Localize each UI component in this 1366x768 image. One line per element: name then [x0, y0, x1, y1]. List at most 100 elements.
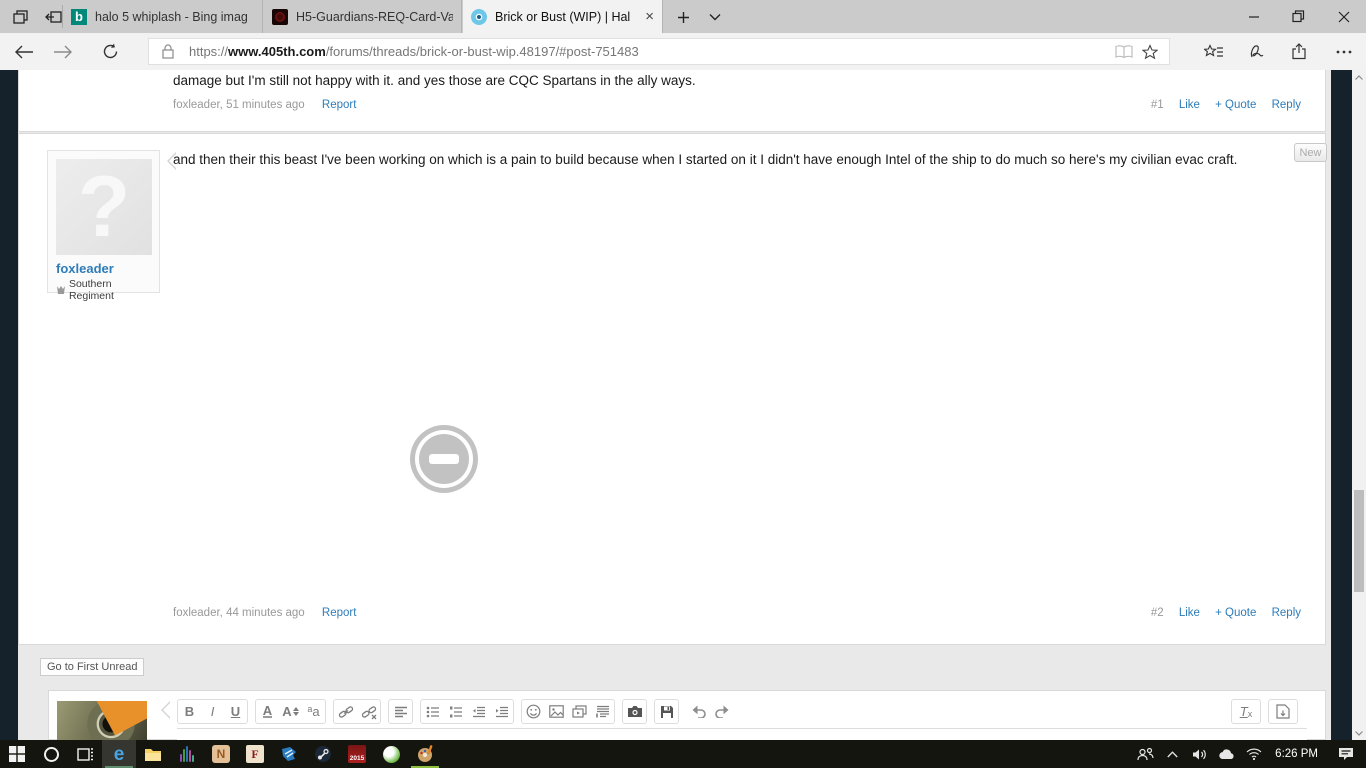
- like-link[interactable]: Like: [1179, 607, 1200, 619]
- share-icon[interactable]: [1282, 33, 1318, 70]
- insert-quote-icon[interactable]: [591, 700, 614, 723]
- restore-icon[interactable]: [1276, 0, 1321, 33]
- back-icon[interactable]: [6, 33, 42, 70]
- start-button[interactable]: [0, 740, 34, 768]
- tab-close-icon[interactable]: ×: [645, 9, 654, 24]
- tab-req-card[interactable]: H5-Guardians-REQ-Card-Va: [264, 0, 462, 33]
- taskbar-file-explorer-icon[interactable]: [136, 740, 170, 768]
- taskbar-green-app-icon[interactable]: [374, 740, 408, 768]
- italic-button[interactable]: I: [201, 700, 224, 723]
- reading-view-icon[interactable]: [1111, 44, 1137, 59]
- current-user-avatar[interactable]: [57, 701, 147, 740]
- page-right-margin: [1331, 70, 1352, 740]
- search-cortana-icon[interactable]: [34, 740, 68, 768]
- hub-icon[interactable]: [1196, 33, 1232, 70]
- post-byline: foxleader, 51 minutes ago Report: [173, 99, 356, 111]
- taskbar-nexus-app-icon[interactable]: N: [204, 740, 238, 768]
- new-post-badge: New: [1294, 143, 1327, 162]
- address-bar[interactable]: https://www.405th.com/forums/threads/bri…: [148, 38, 1170, 65]
- post-actions: #2 Like + Quote Reply: [1139, 607, 1301, 619]
- avatar[interactable]: ?: [56, 159, 152, 255]
- taskbar-edge-icon[interactable]: e: [102, 740, 136, 768]
- insert-link-icon[interactable]: [334, 700, 357, 723]
- bing-icon: b: [71, 8, 87, 25]
- bb-code-icon[interactable]: [1269, 700, 1297, 723]
- font-size-button[interactable]: A: [279, 700, 302, 723]
- people-icon[interactable]: [1132, 747, 1159, 761]
- favorite-star-icon[interactable]: [1137, 43, 1163, 60]
- scroll-up-icon[interactable]: [1352, 70, 1366, 84]
- reply-link[interactable]: Reply: [1272, 607, 1301, 619]
- task-view-icon[interactable]: [68, 740, 102, 768]
- taskbar-cad-2015-icon[interactable]: 2015: [340, 740, 374, 768]
- broken-image-icon: [410, 425, 478, 493]
- unlink-icon[interactable]: [357, 700, 380, 723]
- font-family-button[interactable]: aa: [302, 700, 325, 723]
- insert-media-icon[interactable]: [568, 700, 591, 723]
- gallery-camera-icon[interactable]: [623, 700, 646, 723]
- close-icon[interactable]: [1321, 0, 1366, 33]
- scroll-down-icon[interactable]: [1352, 726, 1366, 740]
- bullet-list-icon[interactable]: [421, 700, 444, 723]
- indent-icon[interactable]: [490, 700, 513, 723]
- forward-icon[interactable]: [44, 33, 80, 70]
- regiment-icon: [56, 286, 65, 294]
- system-tray: 6:26 PM: [1132, 740, 1366, 768]
- report-link[interactable]: Report: [322, 607, 357, 619]
- alignment-icon[interactable]: [389, 700, 412, 723]
- numbered-list-icon[interactable]: [444, 700, 467, 723]
- forum-page: damage but I'm still not happy with it. …: [0, 70, 1366, 740]
- scrollbar[interactable]: [1352, 70, 1366, 740]
- editor-toolbar-right: Tx: [1231, 699, 1305, 724]
- hidden-icons-chevron[interactable]: [1159, 750, 1186, 758]
- tab-preview-icon[interactable]: [6, 6, 36, 28]
- action-center-icon[interactable]: [1326, 747, 1366, 761]
- save-draft-icon[interactable]: [655, 700, 678, 723]
- redo-icon[interactable]: [710, 700, 733, 723]
- browser-command-bar: https://www.405th.com/forums/threads/bri…: [0, 33, 1366, 70]
- post-actions: #1 Like + Quote Reply: [1139, 99, 1301, 111]
- tab-brick-or-bust[interactable]: Brick or Bust (WIP) | Hal ×: [463, 0, 663, 33]
- taskbar-blue-app-icon[interactable]: [272, 740, 306, 768]
- minimize-icon[interactable]: [1231, 0, 1276, 33]
- more-icon[interactable]: [1326, 33, 1362, 70]
- post-number: #2: [1150, 607, 1164, 619]
- like-link[interactable]: Like: [1179, 99, 1200, 111]
- remove-formatting-button[interactable]: Tx: [1232, 700, 1260, 723]
- text-color-button[interactable]: A: [256, 700, 279, 723]
- editor-bubble-arrow-inner: [154, 701, 172, 719]
- taskbar-paint-app-icon[interactable]: [408, 740, 442, 768]
- taskbar-f-app-icon[interactable]: F: [238, 740, 272, 768]
- onedrive-cloud-icon[interactable]: [1213, 748, 1240, 760]
- taskbar-media-app-icon[interactable]: [170, 740, 204, 768]
- taskbar-steam-icon[interactable]: [306, 740, 340, 768]
- tab-list-chevron-icon[interactable]: [700, 6, 730, 28]
- volume-icon[interactable]: [1186, 748, 1213, 761]
- go-to-first-unread-button[interactable]: Go to First Unread: [40, 658, 145, 676]
- web-note-icon[interactable]: [1239, 33, 1275, 70]
- undo-icon[interactable]: [687, 700, 710, 723]
- 405th-icon: [471, 8, 487, 25]
- smilies-icon[interactable]: [522, 700, 545, 723]
- taskbar-clock[interactable]: 6:26 PM: [1267, 748, 1326, 760]
- new-tab-icon[interactable]: [668, 6, 698, 28]
- bold-button[interactable]: B: [178, 700, 201, 723]
- quote-link[interactable]: + Quote: [1215, 99, 1256, 111]
- tab-bing-images[interactable]: b halo 5 whiplash - Bing imag: [63, 0, 263, 33]
- url-text[interactable]: https://www.405th.com/forums/threads/bri…: [189, 44, 1111, 59]
- wifi-icon[interactable]: [1240, 748, 1267, 760]
- author-link[interactable]: foxleader: [56, 261, 114, 276]
- req-card-icon: [272, 8, 288, 25]
- refresh-icon[interactable]: [92, 33, 128, 70]
- post-2: ? foxleader Southern Regiment and then t…: [18, 133, 1326, 645]
- insert-image-icon[interactable]: [545, 700, 568, 723]
- report-link[interactable]: Report: [322, 99, 357, 111]
- post-1: damage but I'm still not happy with it. …: [18, 70, 1326, 132]
- outdent-icon[interactable]: [467, 700, 490, 723]
- scrollbar-thumb[interactable]: [1354, 490, 1364, 592]
- quote-link[interactable]: + Quote: [1215, 607, 1256, 619]
- desktop-screen: b halo 5 whiplash - Bing imag H5-Guardia…: [0, 0, 1366, 768]
- reply-text-input[interactable]: [177, 728, 1307, 740]
- underline-button[interactable]: U: [224, 700, 247, 723]
- reply-link[interactable]: Reply: [1272, 99, 1301, 111]
